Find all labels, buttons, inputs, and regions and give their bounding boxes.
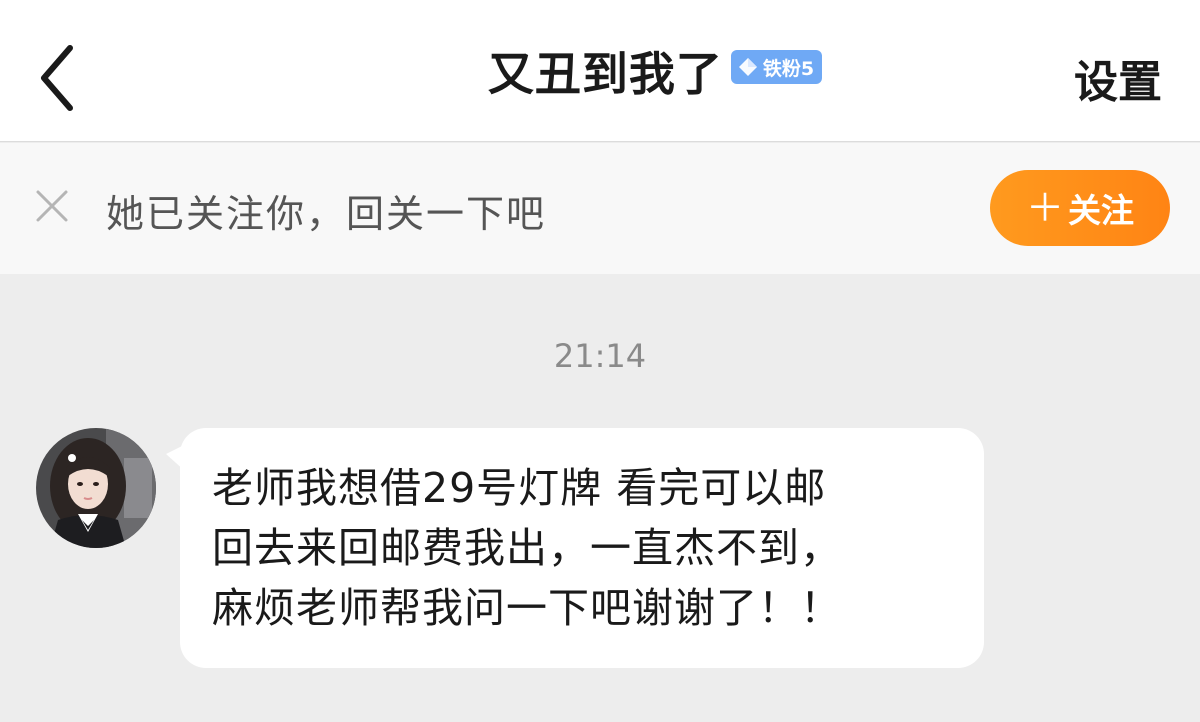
avatar-image (36, 428, 156, 548)
follow-button[interactable]: ＋ 关注 (990, 170, 1170, 246)
fan-level-label: 铁粉5 (762, 57, 815, 80)
plus-icon: ＋ (1025, 186, 1064, 230)
settings-button[interactable]: 设置 (1074, 46, 1162, 110)
message-timestamp: 21:14 (553, 337, 647, 375)
close-icon[interactable] (34, 188, 70, 224)
follow-back-text: 她已关注你，回关一下吧 (106, 192, 547, 236)
back-button[interactable] (30, 38, 90, 118)
fan-level-badge: 铁粉5 (730, 50, 823, 84)
message-line: 回去来回邮费我出，一直杰不到， (212, 524, 842, 572)
message-line: 老师我想借29号灯牌 看完可以邮 (212, 464, 827, 512)
page-title: 又丑到我了 (487, 47, 723, 101)
message-bubble[interactable]: 老师我想借29号灯牌 看完可以邮 回去来回邮费我出，一直杰不到， 麻烦老师帮我问… (180, 428, 984, 668)
follow-button-label: 关注 (1068, 191, 1134, 230)
message-line: 麻烦老师帮我问一下吧谢谢了！！ (212, 584, 842, 632)
chevron-left-icon (41, 45, 73, 111)
diamond-icon (738, 58, 757, 76)
message-text: 老师我想借29号灯牌 看完可以邮 回去来回邮费我出，一直杰不到， 麻烦老师帮我问… (212, 458, 952, 638)
sender-avatar[interactable] (36, 428, 156, 548)
top-bar: 又丑到我了 铁粉5 设置 (0, 0, 1200, 142)
